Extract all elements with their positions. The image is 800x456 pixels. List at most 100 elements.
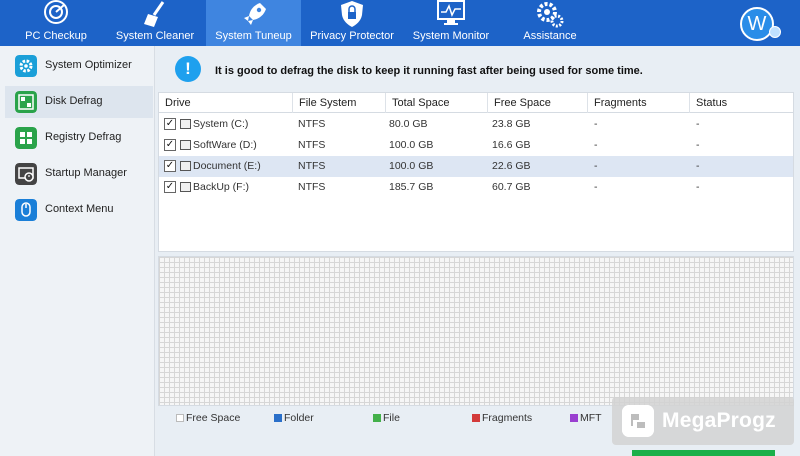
defrag-button[interactable] [632, 450, 775, 456]
table-header: Drive File System Total Space Free Space… [159, 93, 793, 113]
table-row[interactable]: ✓ SoftWare (D:) NTFS 100.0 GB 16.6 GB - … [159, 135, 793, 156]
sidebar-item-label: Disk Defrag [45, 95, 103, 107]
user-avatar[interactable]: W [740, 7, 774, 41]
free-space: 23.8 GB [492, 118, 531, 130]
table-row[interactable]: ✓ System (C:) NTFS 80.0 GB 23.8 GB - - [159, 114, 793, 135]
tab-label: PC Checkup [25, 30, 87, 42]
tab-system-cleaner[interactable]: System Cleaner [107, 0, 203, 46]
context-menu-icon [15, 199, 37, 221]
drive-name: SoftWare (D:) [193, 139, 257, 151]
sidebar-item-context-menu[interactable]: Context Menu [5, 194, 153, 226]
total-space: 80.0 GB [389, 118, 428, 130]
sidebar-item-label: Startup Manager [45, 167, 127, 179]
watermark: MegaProgz [612, 397, 794, 445]
fragments: - [594, 160, 598, 172]
info-icon: ! [175, 56, 201, 82]
status: - [696, 139, 700, 151]
tab-system-tuneup[interactable]: System Tuneup [206, 0, 301, 46]
drive-checkbox[interactable]: ✓ [164, 160, 176, 172]
status: - [696, 118, 700, 130]
tab-label: System Monitor [412, 30, 490, 42]
column-header[interactable]: File System [293, 93, 386, 113]
column-header[interactable]: Drive [159, 93, 293, 113]
info-banner: ! It is good to defrag the disk to keep … [156, 46, 800, 92]
column-header[interactable]: Status [690, 93, 793, 113]
file-system: NTFS [298, 139, 326, 151]
column-header[interactable]: Fragments [588, 93, 690, 113]
avatar-cloud-icon [769, 26, 781, 38]
file-system: NTFS [298, 160, 326, 172]
drive-icon [180, 161, 191, 171]
optimizer-icon [15, 55, 37, 77]
tab-privacy-protector[interactable]: Privacy Protector [303, 0, 401, 46]
column-header[interactable]: Total Space [386, 93, 488, 113]
legend-free-space: Free Space [176, 412, 240, 428]
legend-label: Free Space [186, 412, 241, 424]
drive-checkbox[interactable]: ✓ [164, 118, 176, 130]
legend-fragments: Fragments [472, 412, 532, 428]
tab-label: System Tuneup [215, 30, 292, 42]
tab-assistance[interactable]: Assistance [502, 0, 598, 46]
total-space: 100.0 GB [389, 160, 434, 172]
drive-name: BackUp (F:) [193, 181, 250, 193]
shield-icon [341, 1, 363, 27]
table-row[interactable]: ✓ Document (E:) NTFS 100.0 GB 22.6 GB - … [159, 156, 793, 177]
fragments: - [594, 181, 598, 193]
tab-label: System Cleaner [115, 30, 195, 42]
drive-icon [180, 140, 191, 150]
legend-swatch [373, 414, 381, 422]
drive-icon [180, 119, 191, 129]
legend-label: Folder [284, 412, 314, 424]
watermark-text: MegaProgz [662, 409, 776, 432]
free-space: 22.6 GB [492, 160, 531, 172]
file-system: NTFS [298, 181, 326, 193]
radar-icon [44, 0, 68, 24]
gears-icon [537, 2, 564, 28]
sidebar-item-label: Context Menu [45, 203, 114, 215]
drive-checkbox[interactable]: ✓ [164, 181, 176, 193]
sidebar-item-startup-manager[interactable]: Startup Manager [5, 158, 153, 190]
tab-label: Privacy Protector [310, 30, 394, 42]
monitor-icon [437, 0, 465, 25]
top-nav-bar: PC Checkup System Cleaner System Tuneup … [0, 0, 800, 46]
status: - [696, 160, 700, 172]
legend-label: Fragments [482, 412, 533, 424]
registry-defrag-icon [15, 127, 37, 149]
sidebar-item-system-optimizer[interactable]: System Optimizer [5, 50, 153, 82]
broom-icon [144, 1, 165, 27]
fragments: - [594, 118, 598, 130]
drive-icon [180, 182, 191, 192]
legend-mft: MFT [570, 412, 602, 428]
drive-name: System (C:) [193, 118, 249, 130]
total-space: 185.7 GB [389, 181, 434, 193]
legend-label: MFT [580, 412, 602, 424]
column-header[interactable]: Free Space [488, 93, 588, 113]
tab-pc-checkup[interactable]: PC Checkup [8, 0, 104, 46]
watermark-logo-icon [622, 405, 654, 437]
main-panel: ! It is good to defrag the disk to keep … [156, 46, 800, 456]
sidebar-item-registry-defrag[interactable]: Registry Defrag [5, 122, 153, 154]
free-space: 16.6 GB [492, 139, 531, 151]
legend-folder: Folder [274, 412, 314, 428]
disk-defrag-icon [15, 91, 37, 113]
sidebar-item-label: Registry Defrag [45, 131, 122, 143]
legend-swatch [472, 414, 480, 422]
banner-text: It is good to defrag the disk to keep it… [215, 65, 643, 77]
drive-name: Document (E:) [193, 160, 261, 172]
drive-table: Drive File System Total Space Free Space… [158, 92, 794, 252]
drive-checkbox[interactable]: ✓ [164, 139, 176, 151]
rocket-icon [243, 3, 266, 25]
legend-label: File [383, 412, 400, 424]
table-row[interactable]: ✓ BackUp (F:) NTFS 185.7 GB 60.7 GB - - [159, 177, 793, 198]
legend-swatch [570, 414, 578, 422]
tab-label: Assistance [523, 30, 577, 42]
sidebar-item-label: System Optimizer [45, 59, 132, 71]
free-space: 60.7 GB [492, 181, 531, 193]
startup-manager-icon [15, 163, 37, 185]
sidebar-item-disk-defrag[interactable]: Disk Defrag [5, 86, 153, 118]
sidebar: System Optimizer Disk Defrag Registry De… [0, 46, 155, 456]
legend-swatch [274, 414, 282, 422]
status: - [696, 181, 700, 193]
tab-system-monitor[interactable]: System Monitor [402, 0, 500, 46]
defrag-cluster-map [158, 256, 794, 406]
